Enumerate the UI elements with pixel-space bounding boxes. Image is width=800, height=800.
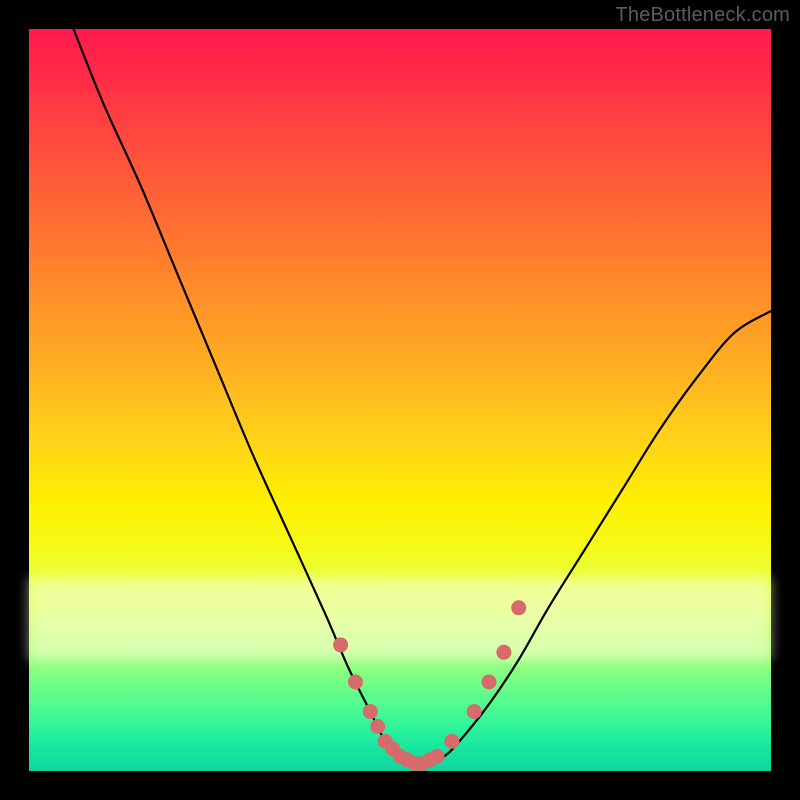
highlight-dot xyxy=(407,756,422,771)
highlight-dot xyxy=(393,749,408,764)
highlight-dots xyxy=(29,29,771,771)
highlight-dot xyxy=(496,645,511,660)
bottleneck-curve xyxy=(29,29,771,771)
watermark-text: TheBottleneck.com xyxy=(615,4,790,27)
chart-frame: TheBottleneck.com xyxy=(0,0,800,800)
highlight-dot xyxy=(400,752,415,767)
highlight-dot xyxy=(430,749,445,764)
plot-area xyxy=(29,29,771,771)
highlight-dot xyxy=(482,675,497,690)
highlight-dot xyxy=(415,756,430,771)
highlight-dot xyxy=(385,741,400,756)
highlight-dot xyxy=(333,637,348,652)
highlight-dot xyxy=(422,752,437,767)
highlight-dot xyxy=(467,704,482,719)
pale-band xyxy=(29,578,771,660)
highlight-dot xyxy=(363,704,378,719)
highlight-dot xyxy=(444,734,459,749)
highlight-dot xyxy=(370,719,385,734)
highlight-dot xyxy=(511,600,526,615)
highlight-dot xyxy=(378,734,393,749)
highlight-dot xyxy=(348,675,363,690)
